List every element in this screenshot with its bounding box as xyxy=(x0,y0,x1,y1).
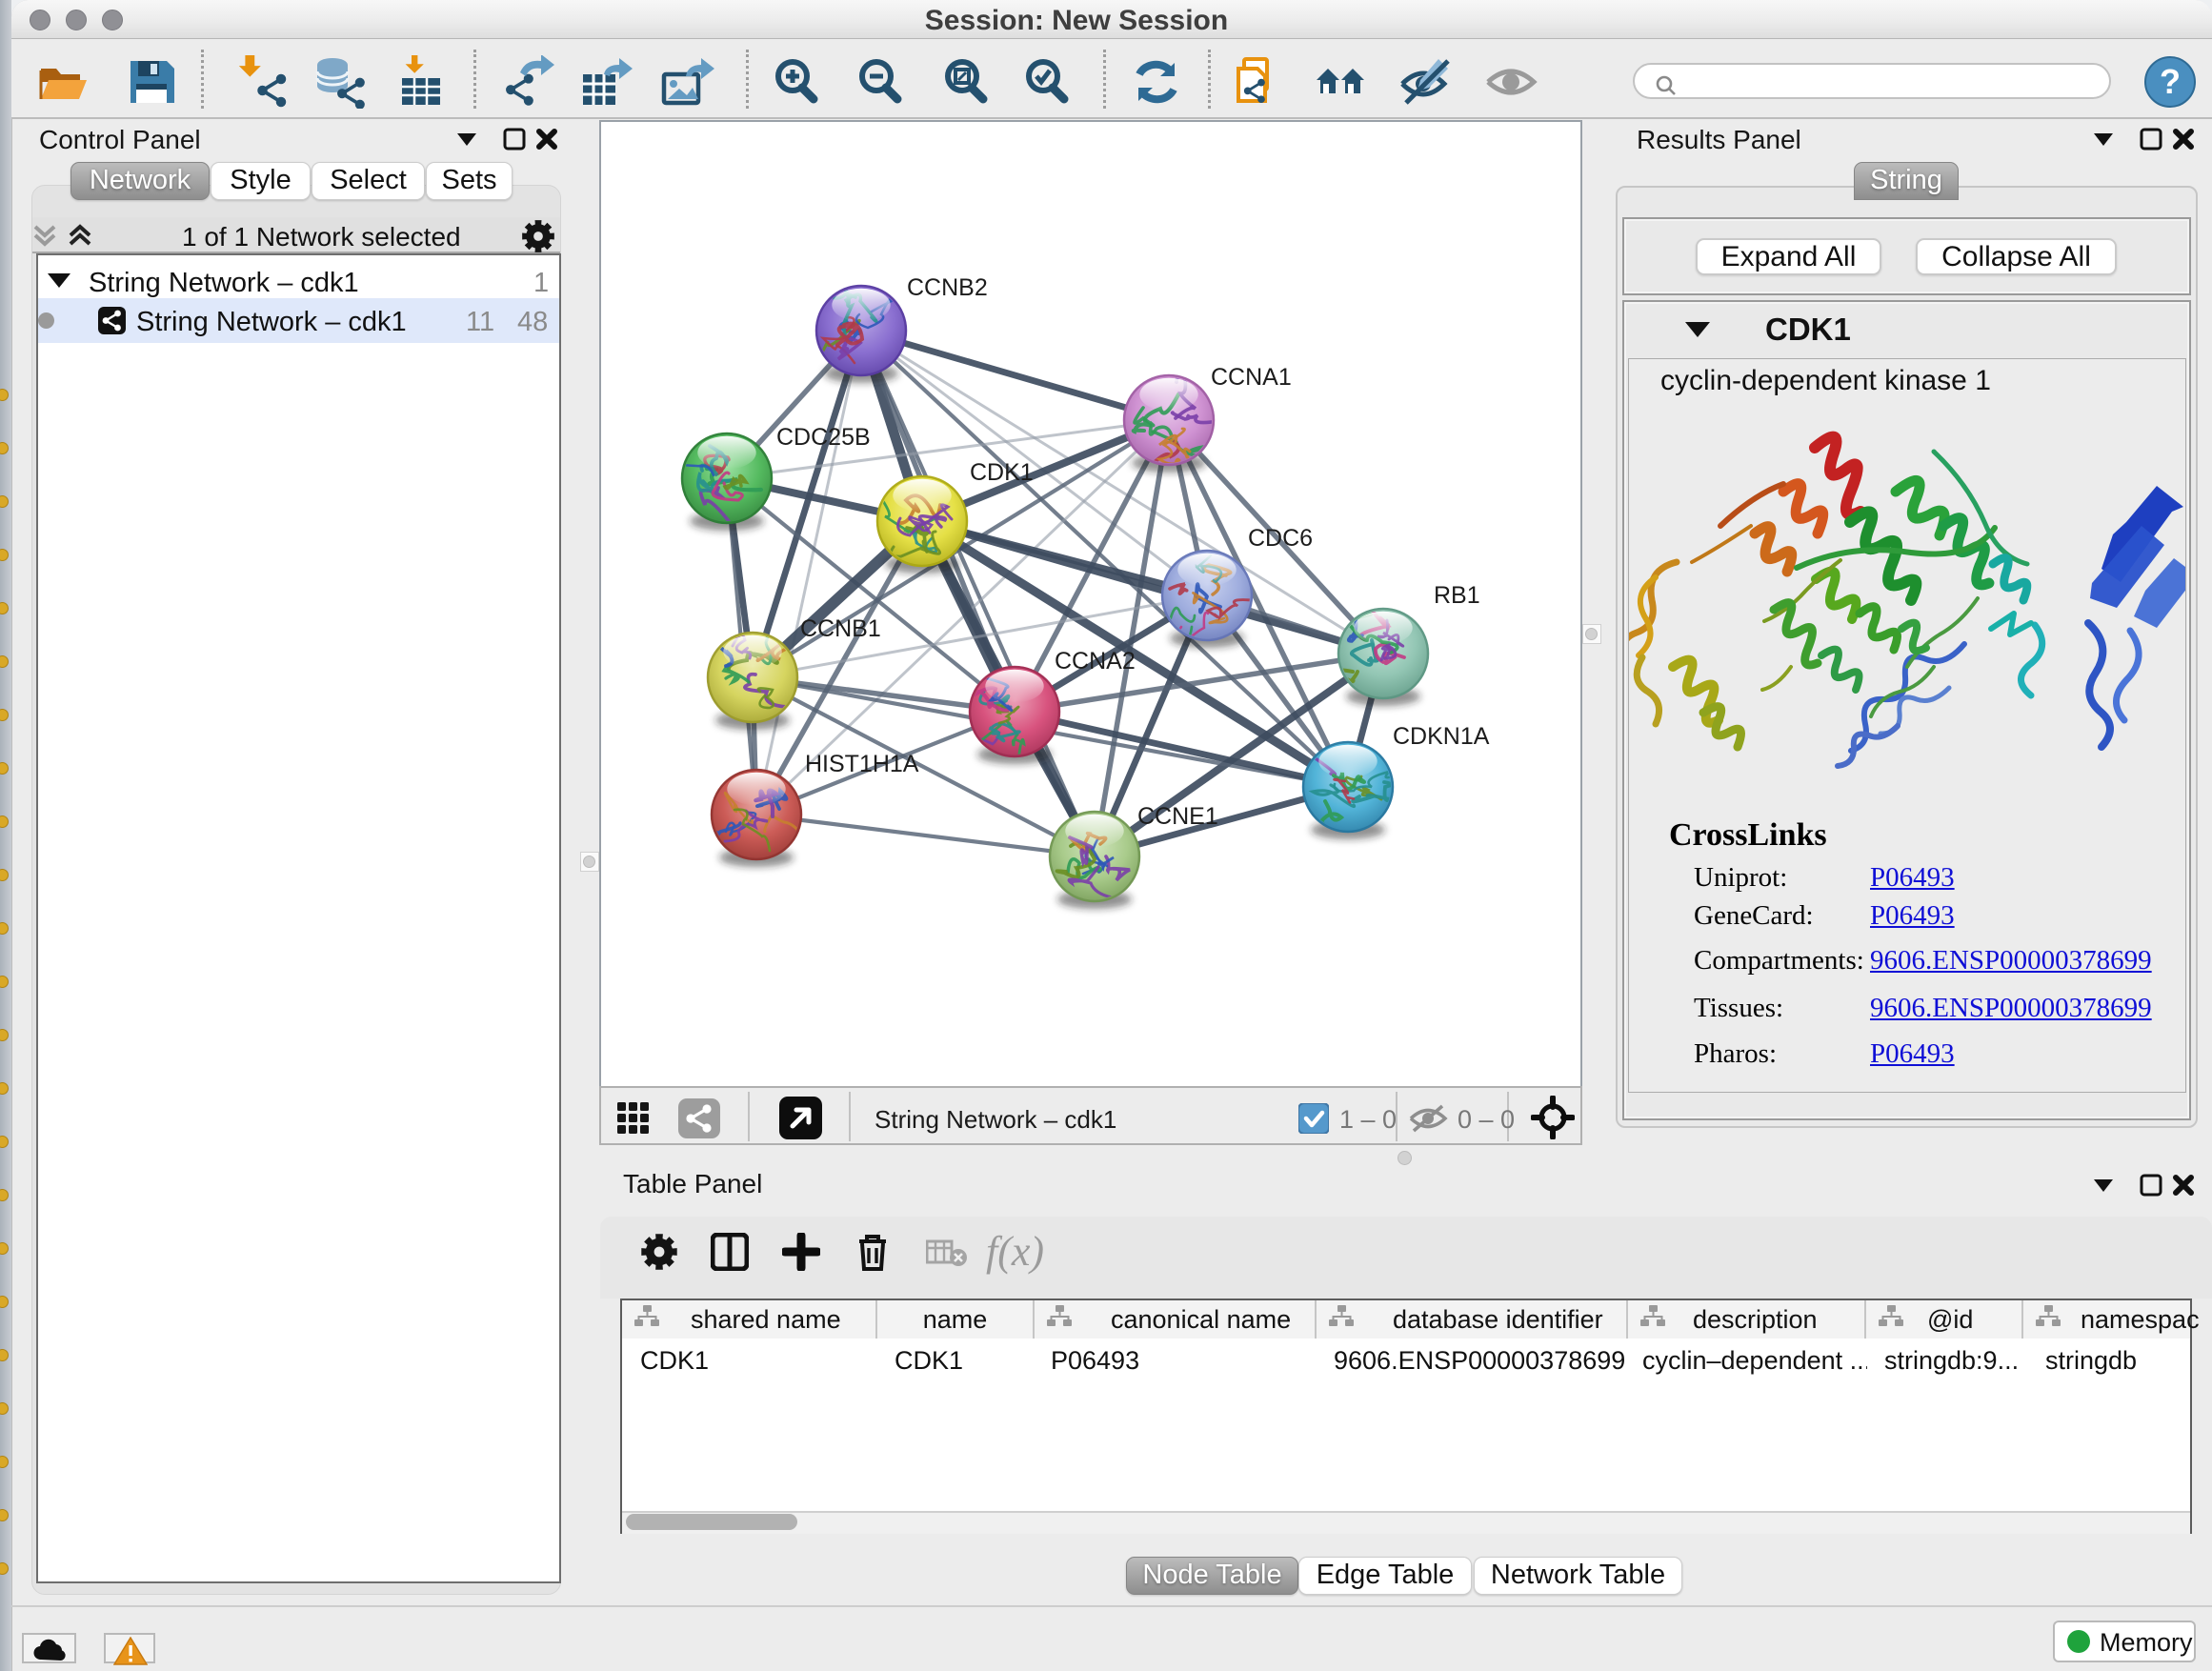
svg-text:CDKN1A: CDKN1A xyxy=(1393,723,1490,750)
svg-text:CCNA1: CCNA1 xyxy=(1211,364,1292,391)
svg-text:RB1: RB1 xyxy=(1434,582,1480,609)
svg-text:?: ? xyxy=(2160,62,2181,101)
svg-text:HIST1H1A: HIST1H1A xyxy=(805,751,919,777)
svg-text:CDK1: CDK1 xyxy=(970,459,1034,486)
svg-text:CDC25B: CDC25B xyxy=(776,424,871,451)
svg-text:CCNB1: CCNB1 xyxy=(800,615,881,642)
svg-text:CCNA2: CCNA2 xyxy=(1055,648,1136,674)
svg-text:CDC6: CDC6 xyxy=(1248,525,1313,552)
svg-text:CCNE1: CCNE1 xyxy=(1137,803,1218,830)
svg-text:CCNB2: CCNB2 xyxy=(907,274,988,301)
